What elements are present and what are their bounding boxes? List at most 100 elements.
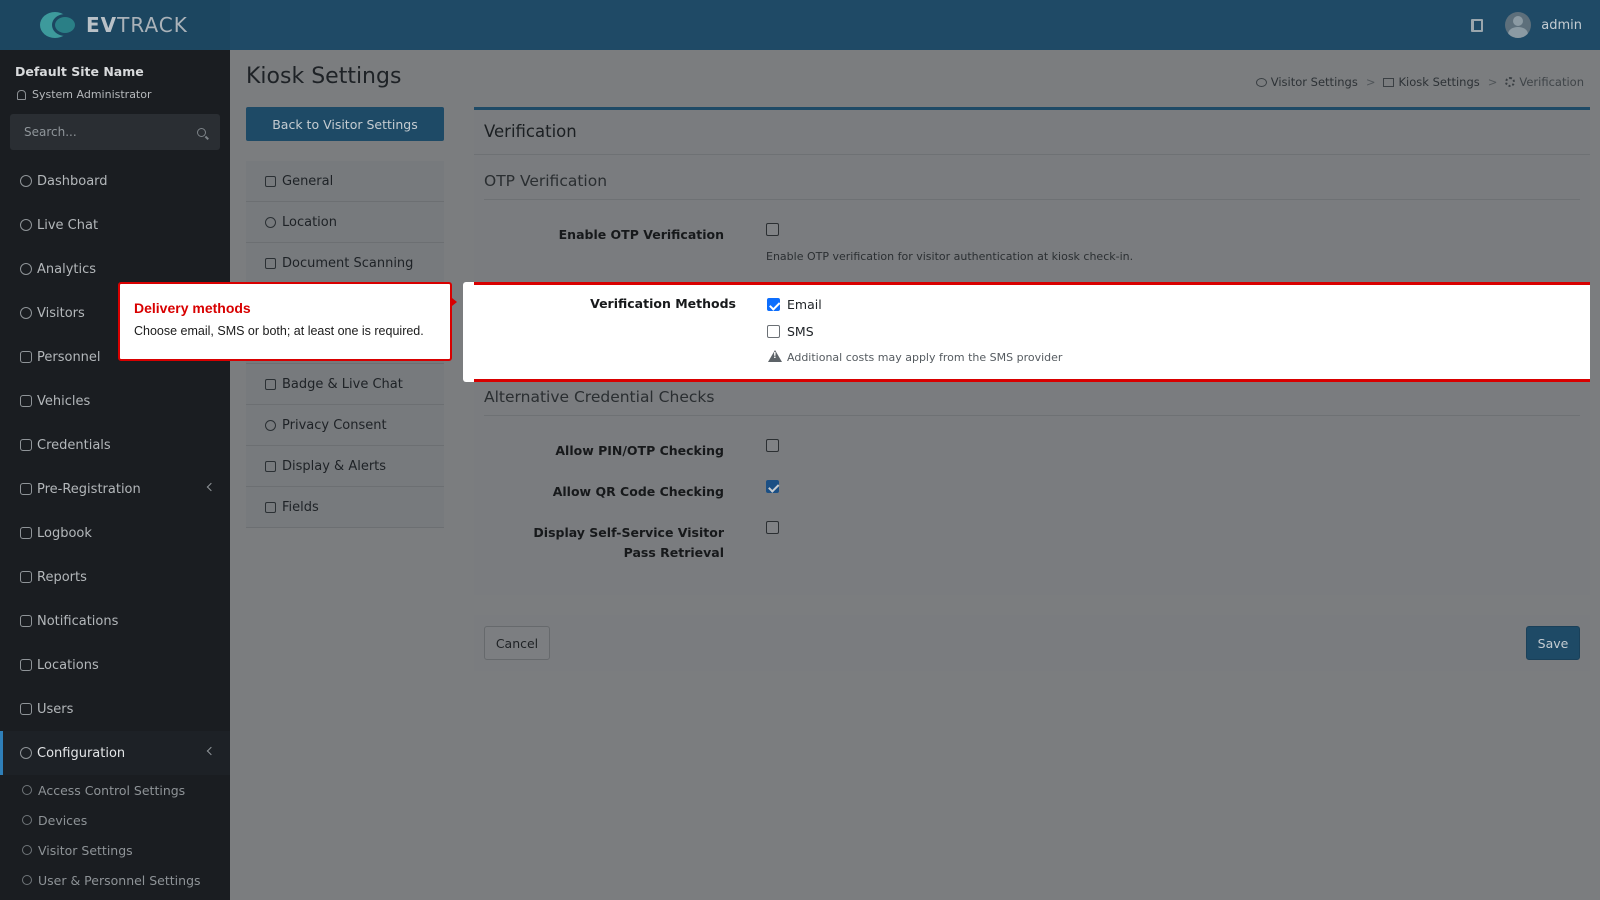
breadcrumb-kiosk-settings[interactable]: Kiosk Settings bbox=[1383, 75, 1480, 89]
gear-icon bbox=[20, 747, 32, 759]
search-input[interactable] bbox=[24, 125, 174, 139]
monitor-icon bbox=[1383, 77, 1395, 87]
configuration-submenu: Access Control Settings Devices Visitor … bbox=[0, 775, 230, 895]
pin-otp-checking-checkbox[interactable] bbox=[766, 439, 779, 452]
arrows-icon bbox=[20, 483, 32, 495]
book-icon[interactable] bbox=[1471, 18, 1484, 32]
alt-credential-section-title: Alternative Credential Checks bbox=[484, 388, 715, 406]
sidebar-item-configuration[interactable]: Configuration bbox=[0, 731, 230, 775]
message-icon bbox=[20, 615, 32, 627]
sidebar-nav: Dashboard Live Chat Analytics Visitors P… bbox=[0, 159, 230, 895]
scan-icon bbox=[265, 257, 276, 269]
cancel-button[interactable]: Cancel bbox=[484, 626, 550, 660]
sms-method-checkbox[interactable] bbox=[767, 325, 780, 338]
back-to-visitor-settings-button[interactable]: Back to Visitor Settings bbox=[246, 107, 444, 141]
pin-otp-checking-label: Allow PIN/OTP Checking bbox=[555, 443, 724, 458]
id-card-icon bbox=[20, 439, 32, 451]
book-icon bbox=[20, 527, 32, 539]
sidebar-subitem-access-control[interactable]: Access Control Settings bbox=[22, 775, 230, 805]
gear-icon bbox=[22, 815, 32, 825]
map-icon bbox=[20, 659, 32, 671]
sidebar-item-users[interactable]: Users bbox=[0, 687, 230, 731]
breadcrumb-verification: Verification bbox=[1505, 75, 1584, 89]
enable-otp-checkbox[interactable] bbox=[766, 223, 779, 236]
kiosk-nav-privacy-consent[interactable]: Privacy Consent bbox=[246, 405, 444, 446]
qr-code-checking-label: Allow QR Code Checking bbox=[552, 484, 724, 499]
kiosk-nav-display-alerts[interactable]: Display & Alerts bbox=[246, 446, 444, 487]
callout-title: Delivery methods bbox=[134, 300, 251, 316]
kiosk-nav-badge-live-chat[interactable]: Badge & Live Chat bbox=[246, 364, 444, 405]
brand-logo-icon bbox=[40, 10, 84, 40]
kiosk-nav-location[interactable]: Location bbox=[246, 202, 444, 243]
user-cog-icon bbox=[20, 703, 32, 715]
users-icon bbox=[20, 351, 32, 363]
self-service-pass-label: Display Self-Service Visitor Pass Retrie… bbox=[533, 525, 724, 560]
enable-otp-help: Enable OTP verification for visitor auth… bbox=[766, 250, 1134, 263]
sms-cost-warning: Additional costs may apply from the SMS … bbox=[787, 351, 1063, 364]
badge-icon bbox=[265, 378, 276, 390]
email-method-label[interactable]: Email bbox=[787, 297, 822, 312]
kiosk-nav-general[interactable]: General bbox=[246, 161, 444, 202]
sliders-icon bbox=[265, 175, 276, 187]
kiosk-nav-document-scanning[interactable]: Document Scanning bbox=[246, 243, 444, 284]
sidebar-item-credentials[interactable]: Credentials bbox=[0, 423, 230, 467]
save-button[interactable]: Save bbox=[1526, 626, 1580, 660]
breadcrumb: Visitor Settings > Kiosk Settings > Veri… bbox=[1255, 75, 1584, 89]
sms-method-label[interactable]: SMS bbox=[787, 324, 814, 339]
chart-icon bbox=[20, 571, 32, 583]
monitor-icon bbox=[265, 460, 276, 472]
sidebar-item-notifications[interactable]: Notifications bbox=[0, 599, 230, 643]
user-name: admin bbox=[1541, 17, 1582, 33]
sidebar-item-pre-registration[interactable]: Pre-Registration bbox=[0, 467, 230, 511]
car-icon bbox=[20, 395, 32, 407]
user-icon bbox=[17, 89, 26, 100]
sidebar-item-locations[interactable]: Locations bbox=[0, 643, 230, 687]
sidebar-item-vehicles[interactable]: Vehicles bbox=[0, 379, 230, 423]
sidebar: Default Site Name System Administrator D… bbox=[0, 50, 230, 900]
sidebar-subitem-visitor-settings[interactable]: Visitor Settings bbox=[22, 835, 230, 865]
kiosk-nav-fields[interactable]: Fields bbox=[246, 487, 444, 528]
sidebar-item-dashboard[interactable]: Dashboard bbox=[0, 159, 230, 203]
callout-pointer bbox=[452, 298, 457, 306]
user-role: System Administrator bbox=[17, 88, 152, 101]
card-title: Verification bbox=[484, 122, 577, 141]
self-service-pass-checkbox[interactable] bbox=[766, 521, 779, 534]
brand-name: EVTRACK bbox=[86, 13, 188, 37]
analytics-icon bbox=[20, 263, 32, 275]
sidebar-subitem-devices[interactable]: Devices bbox=[22, 805, 230, 835]
headset-icon bbox=[20, 219, 32, 231]
form-actions: Cancel Save bbox=[474, 615, 1590, 671]
qr-code-checking-checkbox[interactable] bbox=[766, 480, 779, 493]
eye-icon bbox=[20, 307, 32, 319]
sidebar-item-reports[interactable]: Reports bbox=[0, 555, 230, 599]
shield-icon bbox=[265, 419, 276, 431]
gear-icon bbox=[1505, 77, 1516, 87]
gauge-icon bbox=[20, 175, 32, 187]
checklist-icon bbox=[265, 501, 276, 513]
enable-otp-label: Enable OTP Verification bbox=[558, 227, 724, 242]
sidebar-item-logbook[interactable]: Logbook bbox=[0, 511, 230, 555]
callout-body: Choose email, SMS or both; at least one … bbox=[134, 324, 424, 338]
chevron-left-icon bbox=[206, 746, 216, 756]
lock-icon bbox=[22, 785, 32, 795]
verification-methods-label: Verification Methods bbox=[590, 296, 736, 311]
sidebar-item-live-chat[interactable]: Live Chat bbox=[0, 203, 230, 247]
page-title: Kiosk Settings bbox=[246, 64, 402, 89]
search-icon[interactable] bbox=[197, 127, 206, 137]
sidebar-search bbox=[10, 114, 220, 150]
breadcrumb-visitor-settings[interactable]: Visitor Settings bbox=[1255, 75, 1358, 89]
map-pin-icon bbox=[265, 216, 276, 228]
sidebar-subitem-user-personnel[interactable]: User & Personnel Settings bbox=[22, 865, 230, 895]
chevron-left-icon bbox=[206, 482, 216, 492]
brand-logo[interactable]: EVTRACK bbox=[0, 0, 230, 50]
otp-section-title: OTP Verification bbox=[484, 172, 608, 190]
delivery-methods-callout: Delivery methods Choose email, SMS or bo… bbox=[118, 282, 452, 361]
user-menu[interactable]: admin bbox=[1505, 12, 1582, 38]
site-name: Default Site Name bbox=[15, 64, 144, 79]
eye-icon bbox=[1255, 77, 1267, 87]
user-cog-icon bbox=[22, 875, 32, 885]
eye-icon bbox=[22, 845, 32, 855]
avatar bbox=[1505, 12, 1532, 38]
top-navbar: EVTRACK admin bbox=[0, 0, 1600, 50]
email-method-checkbox[interactable] bbox=[767, 298, 780, 311]
